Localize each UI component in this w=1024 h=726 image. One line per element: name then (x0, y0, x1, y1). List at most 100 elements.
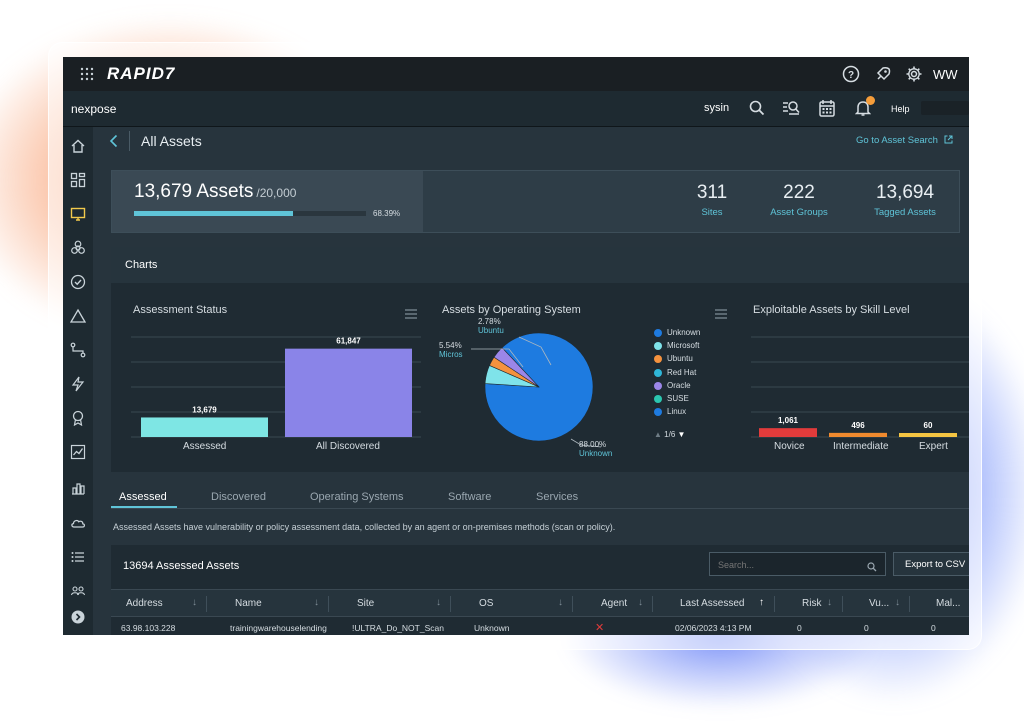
go-to-asset-search-label: Go to Asset Search (856, 135, 938, 146)
workflow-icon[interactable] (70, 342, 86, 358)
check-circle-icon[interactable] (70, 274, 86, 290)
sort-os-icon[interactable]: ↓ (558, 597, 563, 608)
legend-prev-icon[interactable]: ▲ (654, 430, 662, 439)
lightning-icon[interactable] (70, 376, 86, 392)
legend-pager[interactable]: ▲ 1/6 ▼ (654, 430, 685, 439)
sort-agent-icon[interactable]: ↓ (638, 597, 643, 608)
bar-expert (899, 433, 957, 437)
column-vulnerabilities[interactable]: Vu... (869, 598, 889, 609)
help-circle-icon[interactable]: ? (842, 65, 860, 88)
search-icon[interactable] (749, 100, 765, 121)
help-link[interactable]: Help (891, 104, 910, 114)
cell-address[interactable]: 63.98.103.228 (121, 623, 175, 633)
pie-callout-microsoft-pct: 5.54% (439, 341, 462, 350)
trend-chart-icon[interactable] (70, 444, 86, 460)
bar-assessed (141, 417, 268, 437)
assessment-chart-menu-icon[interactable] (405, 306, 417, 324)
legend-dot-linux (654, 408, 662, 416)
asset-count: 13,679 Assets/20,000 (134, 181, 296, 203)
sites-stat[interactable]: 311 Sites (682, 182, 742, 218)
legend-red-hat[interactable]: Red Hat (667, 368, 696, 377)
asset-groups-stat[interactable]: 222 Asset Groups (759, 182, 839, 218)
sort-name-icon[interactable]: ↓ (314, 597, 319, 608)
account-menu[interactable] (921, 101, 969, 115)
column-agent[interactable]: Agent (601, 598, 627, 609)
sort-address-icon[interactable]: ↓ (192, 597, 197, 608)
product-name: nexpose (71, 102, 117, 116)
cloud-icon[interactable] (70, 515, 86, 531)
column-separator (572, 596, 573, 612)
username[interactable]: sysin (704, 102, 729, 114)
sort-site-icon[interactable]: ↓ (436, 597, 441, 608)
svg-text:?: ? (848, 70, 854, 81)
award-icon[interactable] (70, 410, 86, 426)
asset-count-value: 13,679 Assets (134, 181, 254, 202)
charts-panel: Charts Assessment Status 13,679 61,847 As… (111, 247, 969, 472)
sort-vulnerabilities-icon[interactable]: ↓ (895, 597, 900, 608)
rocket-icon[interactable] (874, 65, 892, 88)
app-window: RAPID7 ? WW nexpose sysin Help All Asset… (63, 57, 969, 635)
sort-risk-icon[interactable]: ↓ (827, 597, 832, 608)
sort-last-assessed-icon[interactable]: ↑ (759, 597, 764, 608)
os-chart-menu-icon[interactable] (715, 306, 727, 324)
asset-summary: 13,679 Assets/20,000 68.39% 311 Sites 22… (111, 170, 960, 233)
cell-site[interactable]: !ULTRA_Do_NOT_Scan (352, 623, 444, 633)
column-name[interactable]: Name (235, 598, 262, 609)
legend-oracle[interactable]: Oracle (667, 381, 691, 390)
legend-ubuntu[interactable]: Ubuntu (667, 354, 693, 363)
assessment-chart: 13,679 61,847 (131, 336, 421, 438)
skill-level-chart: 1,061 496 60 (751, 336, 969, 438)
asset-groups-value: 222 (783, 182, 815, 203)
bar-value-label: 13,679 (192, 405, 217, 414)
warning-triangle-icon[interactable] (70, 308, 86, 324)
legend-unknown[interactable]: Unknown (667, 328, 700, 337)
column-last-assessed[interactable]: Last Assessed (680, 598, 744, 609)
tagged-assets-value: 13,694 (875, 182, 935, 203)
tab-discovered[interactable]: Discovered (211, 491, 266, 503)
asset-groups-label: Asset Groups (770, 207, 828, 218)
skill-category-expert: Expert (919, 441, 948, 452)
go-to-asset-search-link[interactable]: Go to Asset Search (856, 135, 953, 147)
legend-next-icon[interactable]: ▼ (678, 430, 686, 439)
assets-monitor-icon[interactable] (70, 206, 86, 222)
legend-linux[interactable]: Linux (667, 407, 686, 416)
legend-suse[interactable]: SUSE (667, 394, 689, 403)
tagged-assets-stat[interactable]: 13,694 Tagged Assets (860, 182, 950, 218)
tab-services[interactable]: Services (536, 491, 578, 503)
export-csv-button[interactable]: Export to CSV (893, 552, 969, 576)
column-os[interactable]: OS (479, 598, 493, 609)
expand-nav-icon[interactable] (70, 609, 86, 625)
column-separator (328, 596, 329, 612)
asset-search-icon[interactable] (782, 100, 800, 121)
bar-value-label: 61,847 (336, 337, 361, 346)
legend-microsoft[interactable]: Microsoft (667, 341, 699, 350)
table-search-input[interactable] (718, 557, 858, 572)
dashboard-icon[interactable] (70, 172, 86, 188)
calendar-icon[interactable] (819, 99, 835, 122)
tab-software[interactable]: Software (448, 491, 491, 503)
search-box[interactable] (709, 552, 886, 576)
table-search-icon[interactable] (867, 559, 877, 577)
team-icon[interactable] (70, 582, 86, 598)
notification-badge (866, 96, 875, 105)
column-risk[interactable]: Risk (802, 598, 821, 609)
column-malware[interactable]: Mal... (936, 598, 960, 609)
cell-name[interactable]: trainingwarehouselending (230, 623, 327, 633)
column-site[interactable]: Site (357, 598, 374, 609)
tab-operating-systems[interactable]: Operating Systems (310, 491, 404, 503)
gear-icon[interactable] (905, 65, 923, 88)
column-address[interactable]: Address (126, 598, 163, 609)
apps-grid-icon[interactable] (80, 67, 94, 81)
legend-dot-red-hat (654, 369, 662, 377)
tab-assessed[interactable]: Assessed (119, 491, 167, 503)
cell-malware: 0 (931, 623, 936, 633)
reports-icon[interactable] (70, 480, 86, 496)
back-chevron-icon[interactable] (109, 134, 119, 153)
home-icon[interactable] (70, 138, 86, 154)
biohazard-icon[interactable] (70, 240, 86, 256)
legend-overflow-fade (651, 418, 721, 424)
tab-description: Assessed Assets have vulnerability or po… (113, 522, 616, 532)
list-icon[interactable] (70, 549, 86, 565)
user-avatar[interactable]: WW (933, 67, 958, 82)
pie-callout-microsoft-name: Micros (439, 350, 463, 359)
